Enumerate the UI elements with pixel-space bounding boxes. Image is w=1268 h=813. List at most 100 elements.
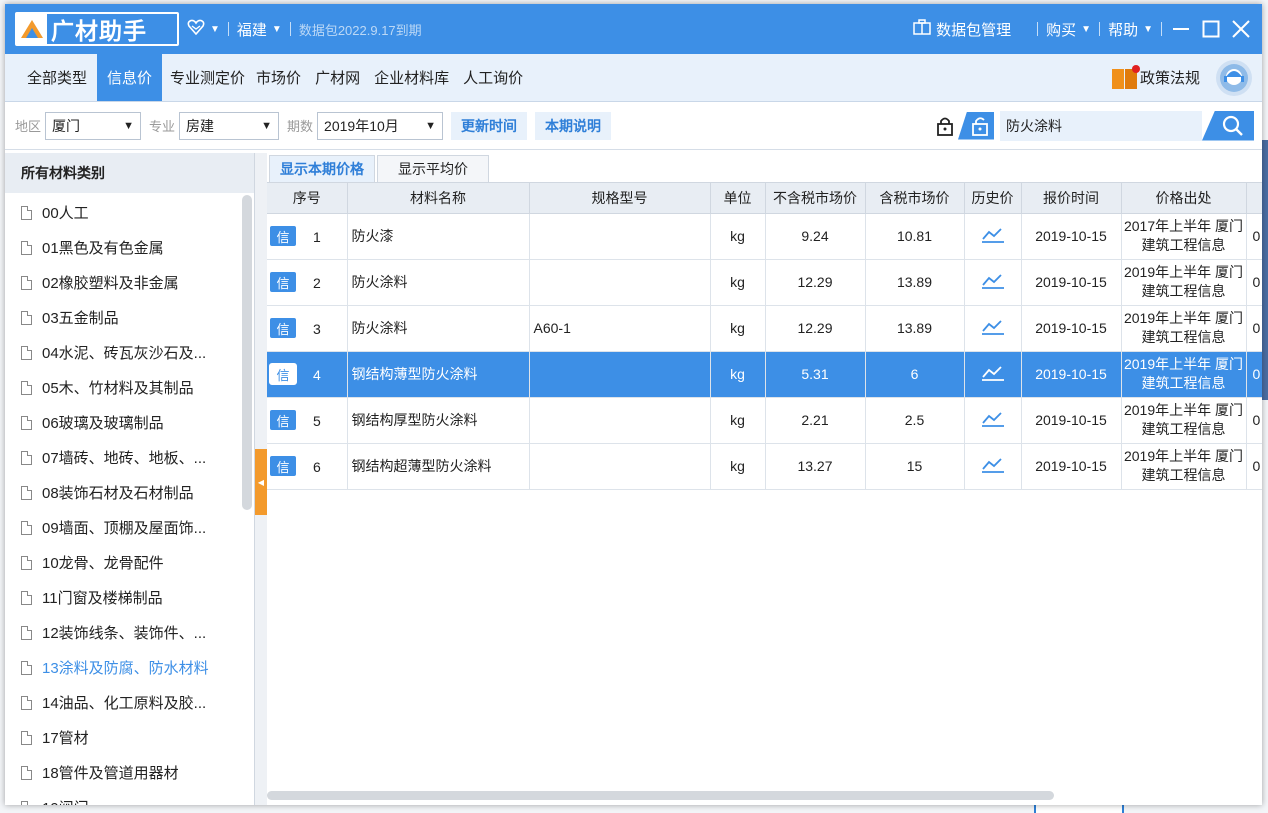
cell-spec [529,259,711,306]
info-badge: 信 [269,455,297,477]
maximize-button[interactable] [1196,14,1226,44]
region-dropdown[interactable]: 福建 ▼ [237,19,282,40]
table-header: 序号 材料名称 规格型号 单位 不含税市场价 含税市场价 历史价 报价时间 价格… [267,183,1262,214]
col-name[interactable]: 材料名称 [347,183,530,214]
search-input[interactable]: 防火涂料 [1000,110,1202,141]
category-item[interactable]: 08装饰石材及石材制品 [5,475,241,510]
col-price-in-tax[interactable]: 含税市场价 [865,183,965,214]
history-price-button[interactable] [964,213,1022,260]
table-row[interactable]: 信 2 防火涂料 kg 12.29 13.89 2019-10-15 2019年上半年 厦门建… [267,259,1262,306]
cell-extra: 0 [1246,351,1262,398]
update-time-button[interactable]: 更新时间 [451,111,528,140]
history-price-button[interactable] [964,443,1022,490]
cell-no: 信3 [267,305,348,352]
app-name: 广材助手 [51,18,147,44]
col-spec[interactable]: 规格型号 [529,183,711,214]
region-label: 福建 [236,21,267,39]
category-item[interactable]: 04水泥、砖瓦灰沙石及... [5,335,241,370]
vip-dropdown[interactable]: ▼ [187,19,220,39]
tab-info-price[interactable]: 信息价 [97,54,163,101]
tab-market-price[interactable]: 市场价 [249,54,308,101]
category-item[interactable]: 01黑色及有色金属 [5,230,241,265]
tab-professional-price[interactable]: 专业测定价 [162,54,249,101]
cell-name: 防火漆 [347,213,530,260]
category-item[interactable]: 11门窗及楼梯制品 [5,580,241,615]
table-row[interactable]: 信 5 钢结构厚型防火涂料 kg 2.21 2.5 2019-10-15 2019年上半年 厦… [267,397,1262,444]
category-item[interactable]: 05木、竹材料及其制品 [5,370,241,405]
file-icon [21,765,32,780]
policy-label[interactable]: 政策法规 [1140,67,1200,88]
major-select[interactable]: 房建 ▼ [179,111,280,140]
table-row[interactable]: 信 3 防火涂料 A60-1 kg 12.29 13.89 2019-10-15 2019年上半… [267,305,1262,352]
category-item[interactable]: 13涂料及防腐、防水材料 [5,650,241,685]
collapse-sidebar-button[interactable]: ◀ [255,449,267,515]
table-row[interactable]: 信 4 钢结构薄型防火涂料 kg 5.31 6 2019-10-15 2019年上半年 厦门建… [267,351,1262,398]
category-item[interactable]: 00人工 [5,195,241,230]
cell-unit: kg [710,259,766,306]
category-item[interactable]: 03五金制品 [5,300,241,335]
cell-extra: 0 [1246,443,1262,490]
col-unit[interactable]: 单位 [710,183,766,214]
cell-no: 信6 [267,443,348,490]
cell-spec [529,397,711,444]
region-select[interactable]: 厦门 ▼ [45,111,142,140]
table-row[interactable]: 信 1 防火漆 kg 9.24 10.81 2019-10-15 2017年上半年 厦门建筑工… [267,213,1262,260]
caret-down-icon: ▼ [1143,23,1153,35]
category-label: 11门窗及楼梯制品 [42,590,163,607]
history-price-button[interactable] [964,351,1022,398]
cell-extra: 0 [1246,259,1262,306]
col-source[interactable]: 价格出处 [1121,183,1247,214]
policy-book-icon[interactable] [1111,64,1140,89]
package-mgmt-button[interactable]: 数据包管理 [913,19,1011,40]
search-button[interactable] [1202,110,1254,141]
category-item[interactable]: 06玻璃及玻璃制品 [5,405,241,440]
col-history[interactable]: 历史价 [964,183,1022,214]
help-menu[interactable]: 帮助 ▼ [1108,19,1153,40]
avatar[interactable] [1216,59,1252,96]
file-icon [21,275,32,290]
category-item[interactable]: 02橡胶塑料及非金属 [5,265,241,300]
col-date[interactable]: 报价时间 [1021,183,1122,214]
lock-icon[interactable] [932,112,958,140]
tab-guangcai-web[interactable]: 广材网 [308,54,367,101]
cell-extra: 0 [1246,305,1262,352]
col-price-ex-tax[interactable]: 不含税市场价 [765,183,866,214]
period-note-button[interactable]: 本期说明 [535,111,612,140]
category-item[interactable]: 18管件及管道用器材 [5,755,241,790]
history-price-button[interactable] [964,305,1022,352]
category-item[interactable]: 10龙骨、龙骨配件 [5,545,241,580]
cell-no: 信4 [267,351,348,398]
category-item[interactable]: 07墙砖、地砖、地板、... [5,440,241,475]
table-row[interactable]: 信 6 钢结构超薄型防火涂料 kg 13.27 15 2019-10-15 2019年上半年 … [267,443,1262,490]
divider [1099,22,1101,36]
cell-date: 2019-10-15 [1021,351,1122,398]
minimize-button[interactable] [1166,14,1196,44]
file-icon [21,800,32,805]
category-item[interactable]: 09墙面、顶棚及屋面饰... [5,510,241,545]
cell-name: 钢结构超薄型防火涂料 [347,443,530,490]
tab-current-price[interactable]: 显示本期价格 [269,155,375,182]
row-number: 2 [313,274,321,291]
category-item[interactable]: 17管材 [5,720,241,755]
history-price-button[interactable] [964,259,1022,306]
horizontal-scrollbar[interactable] [267,791,1054,800]
close-button[interactable] [1226,14,1256,44]
col-no[interactable]: 序号 [267,183,348,214]
tab-average-price[interactable]: 显示平均价 [377,155,489,182]
sidebar-scrollbar[interactable] [242,195,252,510]
cell-extra: 0 [1246,213,1262,260]
history-price-button[interactable] [964,397,1022,444]
cell-price-in-tax: 10.81 [865,213,965,260]
category-item[interactable]: 12装饰线条、装饰件、... [5,615,241,650]
category-item[interactable]: 14油品、化工原料及胶... [5,685,241,720]
tab-all-types[interactable]: 全部类型 [5,54,97,101]
buy-menu[interactable]: 购买 ▼ [1046,19,1091,40]
unlock-icon[interactable] [958,111,994,140]
category-label: 07墙砖、地砖、地板、... [42,450,207,467]
cell-spec [529,351,711,398]
price-table: 序号 材料名称 规格型号 单位 不含税市场价 含税市场价 历史价 报价时间 价格… [267,183,1262,490]
tab-enterprise-library[interactable]: 企业材料库 [367,54,456,101]
category-item[interactable]: 19阀门 [5,790,241,805]
tab-labor-inquiry[interactable]: 人工询价 [456,54,530,101]
period-select[interactable]: 2019年10月 ▼ [317,111,444,140]
